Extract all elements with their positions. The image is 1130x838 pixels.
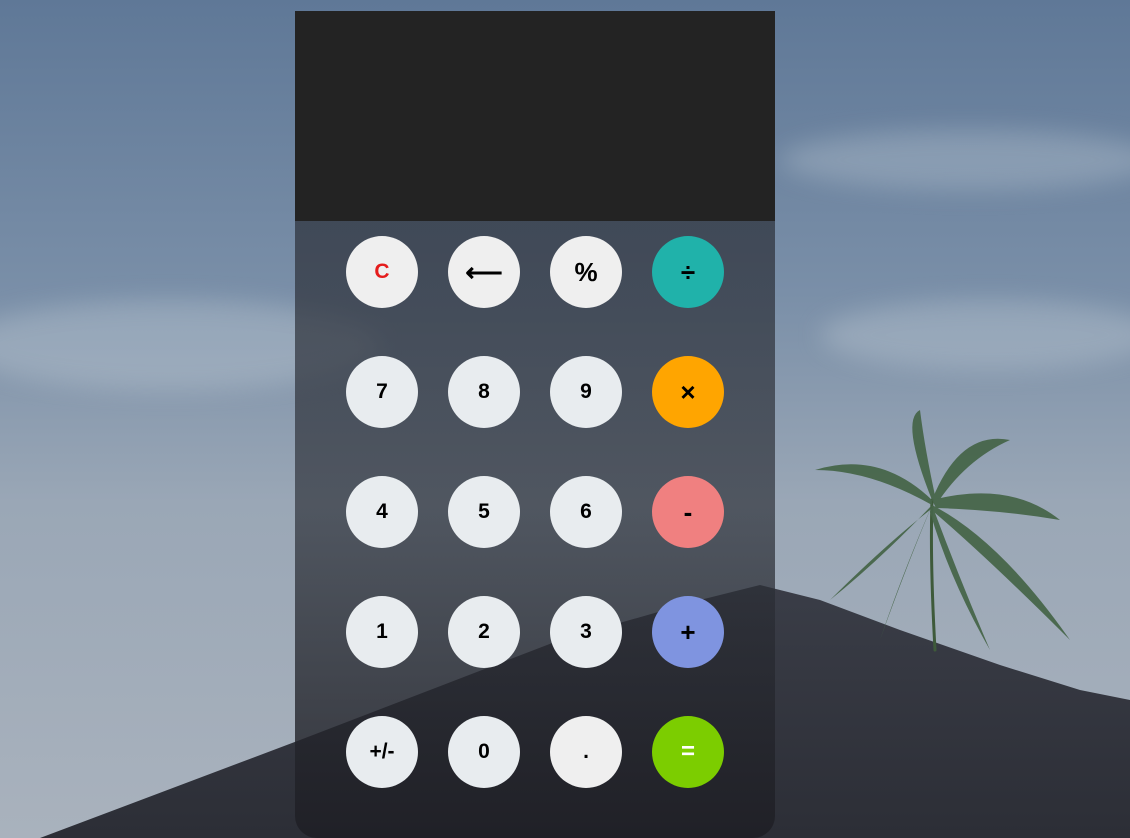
decimal-button[interactable]: . [550,716,622,788]
digit-3-button[interactable]: 3 [550,596,622,668]
backspace-button[interactable]: ⟵ [448,236,520,308]
digit-0-button[interactable]: 0 [448,716,520,788]
digit-5-button[interactable]: 5 [448,476,520,548]
negate-button[interactable]: +/- [346,716,418,788]
calculator: C ⟵ % ÷ 7 8 9 × 4 5 6 - 1 2 3 + +/- 0 . … [295,11,775,838]
keypad: C ⟵ % ÷ 7 8 9 × 4 5 6 - 1 2 3 + +/- 0 . … [346,236,724,788]
digit-7-button[interactable]: 7 [346,356,418,428]
equals-button[interactable]: = [652,716,724,788]
digit-4-button[interactable]: 4 [346,476,418,548]
percent-button[interactable]: % [550,236,622,308]
add-button[interactable]: + [652,596,724,668]
multiply-button[interactable]: × [652,356,724,428]
digit-6-button[interactable]: 6 [550,476,622,548]
calculator-display [295,11,775,221]
digit-8-button[interactable]: 8 [448,356,520,428]
subtract-button[interactable]: - [652,476,724,548]
divide-button[interactable]: ÷ [652,236,724,308]
digit-2-button[interactable]: 2 [448,596,520,668]
digit-9-button[interactable]: 9 [550,356,622,428]
backspace-arrow-icon: ⟵ [465,256,503,287]
clear-button[interactable]: C [346,236,418,308]
digit-1-button[interactable]: 1 [346,596,418,668]
